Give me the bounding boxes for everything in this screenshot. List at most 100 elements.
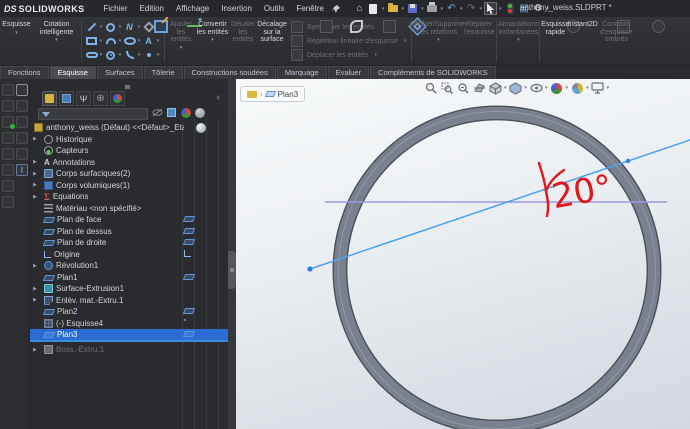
left-strip-icon[interactable]	[2, 196, 14, 208]
appearance-column-icon[interactable]	[180, 107, 191, 118]
afficher-caret-icon[interactable]: ▾	[437, 37, 440, 43]
tree-item-revolution1[interactable]: ▶ Révolution1	[30, 260, 228, 272]
afficher-relations-button[interactable]: Afficher/Supprimer les relations ▾	[413, 17, 463, 65]
save-icon[interactable]	[406, 2, 419, 15]
open-icon[interactable]	[386, 2, 399, 15]
print-icon[interactable]	[425, 2, 438, 15]
hide-show-column-icon[interactable]	[152, 107, 163, 118]
undo-caret-icon[interactable]: ▾	[460, 6, 463, 12]
repetition-caret-icon[interactable]: ▾	[404, 38, 407, 44]
line-caret-icon[interactable]: ▾	[100, 24, 103, 30]
tree-item-historique[interactable]: ▶ Historique	[30, 134, 228, 146]
task-pane-icon[interactable]	[16, 132, 28, 144]
collapse-panel-icon[interactable]: ‹	[217, 92, 220, 104]
tree-item-origine[interactable]: Origine	[30, 249, 228, 261]
tree-item-equations[interactable]: ▶ Σ Equations	[30, 191, 228, 203]
convertir-entites-button[interactable]: Convertir les entités ▾	[196, 17, 229, 65]
tree-item-esquisse4[interactable]: (-) Esquisse4	[30, 318, 228, 330]
new-caret-icon[interactable]: ▾	[382, 6, 385, 12]
menu-fenetre[interactable]: Fenêtre	[291, 2, 329, 15]
plane-icon[interactable]	[183, 239, 195, 245]
point-tool-icon[interactable]	[142, 49, 155, 62]
feature-tree-tab[interactable]	[42, 91, 57, 106]
material-column-icon[interactable]	[194, 107, 205, 118]
tab-marquage[interactable]: Marquage	[277, 66, 327, 79]
scene-caret-icon[interactable]: ▾	[586, 85, 589, 91]
point-caret-icon[interactable]: ▾	[157, 52, 160, 58]
expand-arrow-icon[interactable]: ▶	[33, 171, 37, 177]
deplacer-caret-icon[interactable]: ▾	[374, 52, 377, 58]
menu-outils[interactable]: Outils	[259, 2, 289, 15]
circle-caret-icon[interactable]: ▾	[119, 24, 122, 30]
left-strip-icon[interactable]	[2, 132, 14, 144]
redo-caret-icon[interactable]: ▾	[480, 6, 483, 12]
redo-icon[interactable]: ↷	[465, 2, 478, 15]
selection-breadcrumb[interactable]: › Plan3	[240, 86, 305, 102]
view-orientation-caret-icon[interactable]: ▾	[504, 85, 507, 91]
tree-item-plan3-selected[interactable]: Plan3	[30, 329, 228, 341]
tree-item-boss-extru1[interactable]: ▶ Boss.-Extru.1	[30, 344, 228, 356]
select-arrow-icon[interactable]	[484, 2, 497, 15]
left-strip-icon[interactable]	[2, 164, 14, 176]
expand-arrow-icon[interactable]: ▶	[33, 182, 37, 188]
rebuild-icon[interactable]	[504, 2, 517, 15]
tree-item-materiau[interactable]: Matériau <non spécifié>	[30, 203, 228, 215]
expand-arrow-icon[interactable]: ▶	[33, 347, 37, 353]
hide-show-caret-icon[interactable]: ▾	[545, 85, 548, 91]
tree-item-root[interactable]: anthony_weiss (Défaut) <<Défaut>_Etat d'…	[30, 122, 228, 134]
decalage-surface-button[interactable]: Décalage sur la surface	[257, 17, 287, 65]
expand-arrow-icon[interactable]: ▶	[33, 297, 37, 303]
plane-icon[interactable]	[183, 274, 195, 280]
tree-item-surface-extrusion1[interactable]: ▶ Surface-Extrusion1	[30, 283, 228, 295]
sketch-point[interactable]	[626, 159, 630, 163]
arc-tool-icon[interactable]	[104, 35, 117, 48]
display-state-column-icon[interactable]	[166, 107, 177, 118]
deplacer-entites-button[interactable]: Déplacer les entités ▾	[291, 49, 406, 61]
task-pane-icon[interactable]	[16, 116, 28, 128]
tab-esquisse[interactable]: Esquisse	[50, 66, 96, 79]
left-strip-icon[interactable]	[2, 148, 14, 160]
zoom-area-icon[interactable]	[440, 81, 454, 95]
left-strip-icon[interactable]	[2, 116, 14, 128]
print-caret-icon[interactable]: ▾	[440, 6, 443, 12]
tree-item-enlev-mat-extru1[interactable]: ▶ Enlèv. mat.-Extru.1	[30, 295, 228, 307]
plane-icon[interactable]	[183, 331, 195, 337]
zoom-fit-icon[interactable]	[424, 81, 438, 95]
tree-item-corps-surfaciques[interactable]: ▶ Corps surfaciques(2)	[30, 168, 228, 180]
view-settings-icon[interactable]	[591, 81, 605, 95]
convertir-caret-icon[interactable]: ▾	[211, 37, 214, 43]
ring-body[interactable]	[340, 113, 654, 427]
home-icon[interactable]: ⌂	[353, 2, 366, 15]
rectangle-tool-icon[interactable]	[85, 35, 98, 48]
line-tool-icon[interactable]	[85, 21, 98, 34]
menu-fichier[interactable]: Fichier	[99, 2, 133, 15]
edit-appearance-icon[interactable]	[550, 81, 564, 95]
slot-tool-icon[interactable]	[85, 49, 98, 62]
dimxpert-manager-tab[interactable]: ⊕	[93, 91, 108, 106]
expand-arrow-icon[interactable]: ▶	[33, 286, 37, 292]
plane-icon[interactable]	[183, 228, 195, 234]
pin-menu-icon[interactable]	[331, 4, 341, 14]
display-style-caret-icon[interactable]: ▾	[525, 85, 528, 91]
hide-show-items-icon[interactable]	[529, 81, 543, 95]
esquisse-button[interactable]: Esquisse ▾	[0, 17, 33, 65]
panel-resize-handle[interactable]	[125, 85, 130, 89]
sketch-icon[interactable]	[184, 319, 186, 321]
esquisse-caret-icon[interactable]: ▾	[15, 30, 18, 36]
repetition-lineaire-button[interactable]: Répétition linéaire d'esquisse ▾	[291, 35, 406, 47]
esquisse-rapide-button[interactable]: Esquisse rapide	[541, 17, 569, 65]
ellipse-tool-icon[interactable]	[123, 35, 136, 48]
menu-affichage[interactable]: Affichage	[171, 2, 214, 15]
part-breadcrumb-icon[interactable]	[247, 91, 257, 98]
menu-edition[interactable]: Edition	[135, 2, 169, 15]
view-orientation-icon[interactable]	[488, 81, 502, 95]
ellipse-caret-icon[interactable]: ▾	[138, 38, 141, 44]
select-caret-icon[interactable]: ▾	[499, 6, 502, 12]
view-settings-caret-icon[interactable]: ▾	[607, 85, 610, 91]
spline-tool-icon[interactable]: N	[123, 21, 136, 34]
beam-icon[interactable]: Ⅰ	[16, 164, 28, 176]
tree-item-plan-de-droite[interactable]: Plan de droite	[30, 237, 228, 249]
tab-tolerie[interactable]: Tôlerie	[144, 66, 183, 79]
display-manager-tab[interactable]	[110, 91, 125, 106]
tree-item-capteurs[interactable]: Capteurs	[30, 145, 228, 157]
